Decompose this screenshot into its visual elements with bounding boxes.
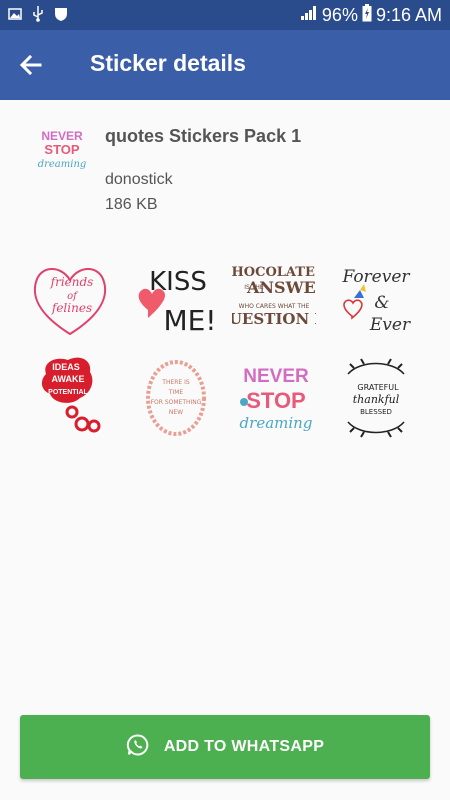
sticker-text: Ever (369, 315, 411, 335)
tray-icon: NEVER STOP dreaming (37, 123, 87, 173)
sticker-text: POTENTIAL (48, 389, 88, 396)
sticker-forever-and-ever[interactable]: Forever & Ever (334, 256, 418, 340)
tray-text-1: NEVER (41, 129, 83, 143)
add-to-whatsapp-label: ADD TO WHATSAPP (163, 738, 325, 755)
sticker-text: STOP (246, 388, 306, 413)
sticker-text: friends (50, 275, 94, 289)
sticker-floral-wreath[interactable]: THERE IS TIME FOR SOMETHING NEW (134, 356, 218, 440)
usb-icon (32, 6, 44, 27)
pack-size: 186 KB (105, 196, 158, 213)
battery-percent: 96% (321, 5, 358, 25)
sticker-text: thankful (353, 393, 400, 406)
sticker-chocolate-answer[interactable]: CHOCOLATE IS THE ANSWER WHO CARES WHAT T… (216, 256, 332, 340)
sticker-text: BLESSED (360, 408, 392, 416)
sticker-text: IDEAS (52, 362, 80, 372)
sticker-text: Forever (341, 267, 410, 287)
sticker-text: AWAKE (51, 374, 84, 384)
sticker-text: dreaming (240, 414, 313, 432)
sticker-text: TIME (168, 389, 184, 396)
page-title: Sticker details (90, 50, 246, 76)
sticker-grateful-thankful-blessed[interactable]: GRATEFUL thankful BLESSED (334, 356, 418, 440)
gallery-notification-icon (8, 7, 22, 26)
sticker-text: GRATEFUL (357, 383, 399, 392)
signal-icon (300, 5, 318, 26)
sticker-text: FOR SOMETHING (151, 399, 202, 406)
sticker-text: THERE IS (161, 379, 190, 386)
sticker-text: & (374, 293, 389, 313)
sticker-text: felines (51, 301, 92, 315)
sticker-text: NEW (169, 409, 183, 416)
add-to-whatsapp-button[interactable]: ADD TO WHATSAPP (20, 715, 430, 779)
clock: 9:16 AM (375, 5, 442, 25)
arrow-back-icon (19, 54, 42, 76)
app-toolbar: Sticker details (0, 30, 450, 100)
battery-charging-icon (362, 4, 372, 27)
sticker-text: WHO CARES WHAT THE (239, 303, 310, 310)
sticker-never-stop-dreaming[interactable]: NEVER STOP dreaming (232, 356, 316, 440)
pack-name: quotes Stickers Pack 1 (105, 126, 302, 146)
pack-header: NEVER STOP dreaming quotes Stickers Pack… (0, 110, 450, 220)
sticker-text: QUESTION IS (232, 310, 316, 328)
back-button[interactable] (14, 50, 46, 82)
shield-icon (54, 6, 68, 27)
pack-publisher: donostick (105, 171, 173, 188)
sticker-kiss-me[interactable]: KISS ME! (134, 256, 218, 340)
sticker-text: ANSWER (246, 278, 316, 297)
sticker-ideas-potential[interactable]: IDEAS AWAKE POTENTIAL (36, 354, 120, 438)
sticker-text: NEVER (243, 366, 309, 387)
whatsapp-icon (126, 733, 150, 762)
sticker-text: ME! (163, 304, 216, 337)
tray-text-2: STOP (44, 142, 79, 157)
status-bar: 96% 9:16 AM (0, 0, 450, 30)
tray-text-3: dreaming (38, 159, 87, 170)
sticker-friends-of-felines[interactable]: friends of felines (28, 256, 112, 340)
